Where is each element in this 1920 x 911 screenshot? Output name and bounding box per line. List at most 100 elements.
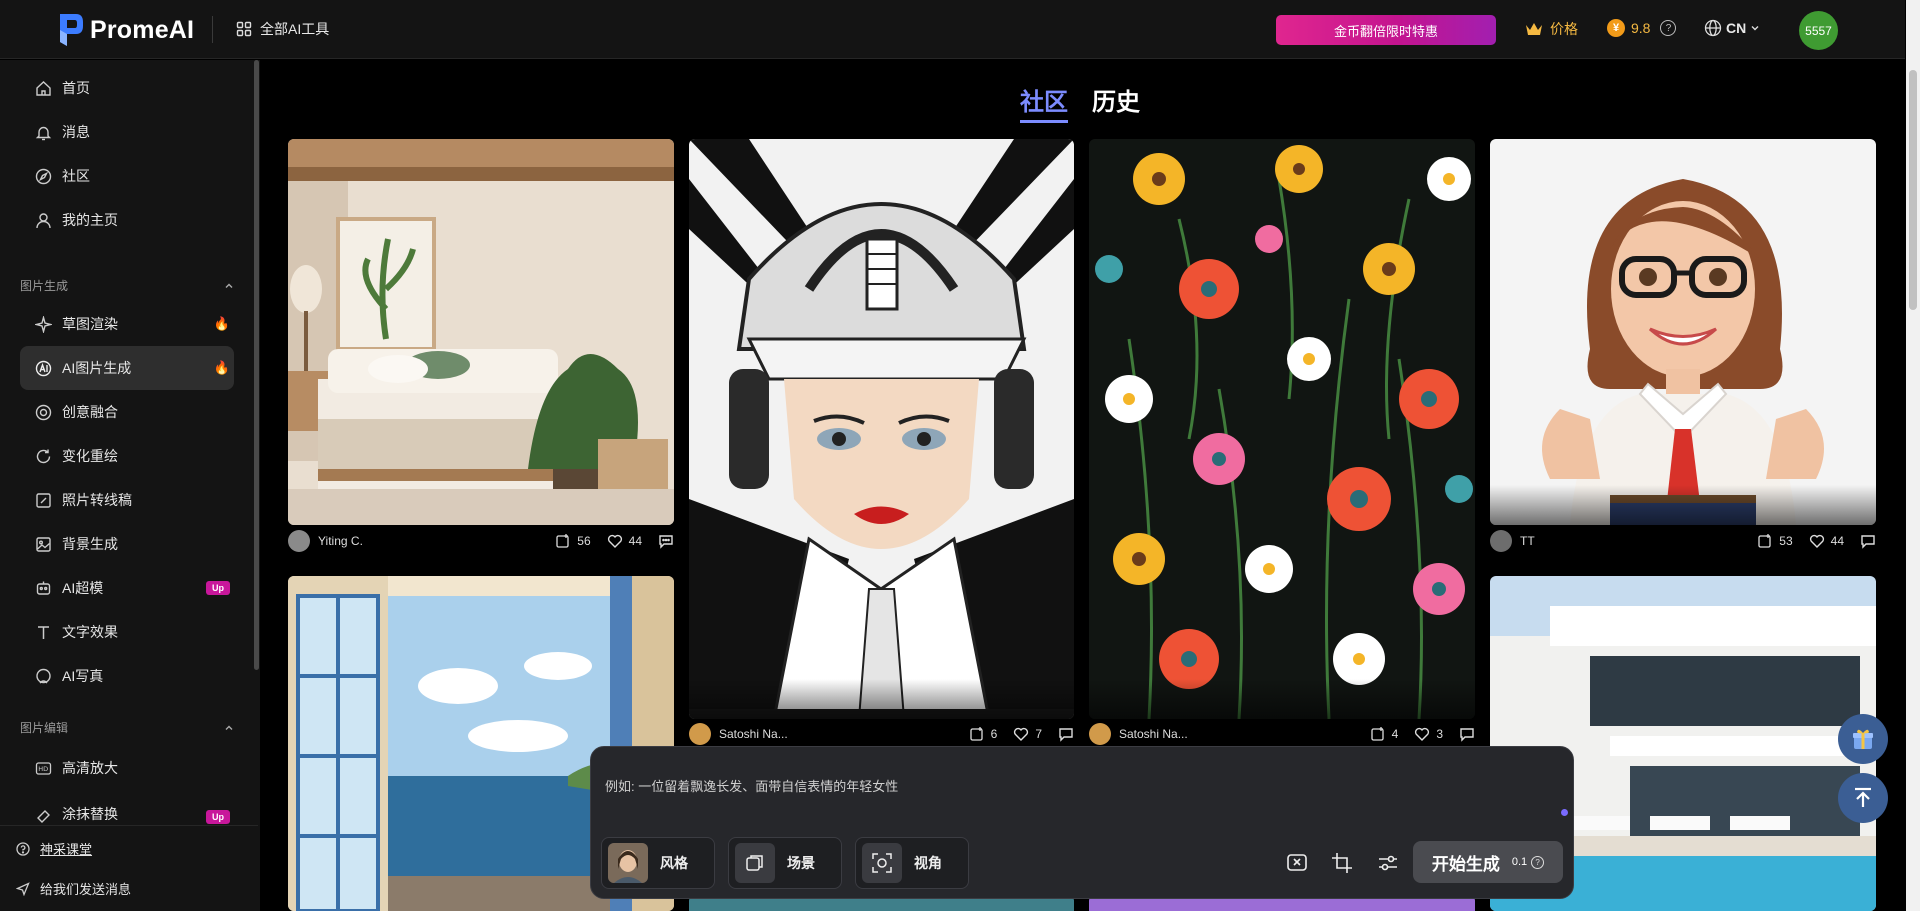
generate-label: 开始生成	[1431, 854, 1500, 874]
gallery-card-image[interactable]	[288, 139, 674, 525]
section-title-label: 图片生成	[20, 279, 69, 293]
gallery-card-image[interactable]	[1490, 139, 1876, 525]
user-avatar[interactable]: 5557	[1799, 11, 1838, 50]
hd-icon: HD	[34, 759, 52, 777]
like-count: 44	[628, 534, 642, 548]
feedback-link[interactable]: 给我们发送消息	[16, 879, 131, 898]
sidebar-item-inpaint[interactable]: 涂抹替换 Up	[20, 790, 234, 824]
section-title-label: 图片编辑	[20, 721, 69, 735]
scrollbar-thumb[interactable]	[1909, 70, 1917, 310]
card-author[interactable]: Yiting C.	[318, 534, 363, 548]
sidebar-item-label: 草图渲染	[62, 316, 118, 332]
remix-icon[interactable]	[969, 726, 985, 742]
section-image-edit[interactable]: 图片编辑	[20, 719, 234, 736]
card-stats: 6 7	[969, 726, 1074, 742]
like-count: 44	[1830, 534, 1844, 548]
gallery-card-image[interactable]	[1089, 139, 1475, 719]
course-label: 神采课堂	[40, 842, 93, 857]
price-link[interactable]: 价格	[1524, 19, 1578, 39]
avatar[interactable]	[288, 530, 310, 552]
sidebar-item-creative-fusion[interactable]: 创意融合	[20, 390, 234, 434]
card-stats: 56 44	[555, 533, 674, 549]
scene-label: 场景	[787, 855, 815, 871]
page-scrollbar[interactable]	[1906, 0, 1920, 911]
sidebar-item-profile[interactable]: 我的主页	[20, 198, 234, 242]
avatar[interactable]	[1490, 530, 1512, 552]
sidebar-item-messages[interactable]: 消息	[20, 110, 234, 154]
sidebar-item-community[interactable]: 社区	[20, 154, 234, 198]
comment-icon[interactable]	[1058, 726, 1074, 742]
card-author[interactable]: TT	[1520, 534, 1535, 548]
chevron-up-icon	[225, 725, 233, 730]
promo-button[interactable]: 金币翻倍限时特惠	[1276, 15, 1496, 45]
helmet-woman-image	[689, 139, 1074, 719]
comment-icon[interactable]	[1459, 726, 1475, 742]
card-meta: Yiting C. 56 44	[288, 529, 674, 553]
scene-icon	[735, 843, 775, 883]
sidebar-item-ai-portrait[interactable]: AI写真	[20, 654, 234, 698]
generate-button[interactable]: 开始生成 0.1 ?	[1413, 841, 1563, 883]
comment-icon[interactable]	[1860, 533, 1876, 549]
home-icon	[34, 79, 52, 97]
clear-prompt-icon[interactable]	[1284, 850, 1310, 876]
card-author[interactable]: Satoshi Na...	[719, 727, 788, 741]
help-icon[interactable]: ?	[1660, 20, 1677, 36]
sidebar-item-variation[interactable]: 变化重绘	[20, 434, 234, 478]
settings-sliders-icon[interactable]	[1375, 850, 1401, 876]
sidebar-item-label: 涂抹替换	[62, 806, 118, 822]
portrait-icon	[34, 667, 52, 685]
heart-icon[interactable]	[1809, 533, 1825, 549]
section-image-gen[interactable]: 图片生成	[20, 277, 234, 294]
sidebar-item-home[interactable]: 首页	[20, 66, 234, 110]
crop-icon[interactable]	[1329, 850, 1355, 876]
all-tools-button[interactable]: 全部AI工具	[236, 19, 329, 39]
sidebar-item-ai-model[interactable]: AI超模 Up	[20, 566, 234, 610]
remix-icon[interactable]	[1757, 533, 1773, 549]
price-label: 价格	[1550, 21, 1578, 37]
sidebar-item-sketch-render[interactable]: 草图渲染 🔥	[20, 302, 234, 346]
cartoon-woman-image	[1490, 139, 1876, 525]
card-meta: Satoshi Na... 6 7	[689, 722, 1074, 746]
remix-icon[interactable]	[1370, 726, 1386, 742]
sidebar-item-label: 照片转线稿	[62, 492, 132, 508]
remix-icon[interactable]	[555, 533, 571, 549]
back-to-top-button[interactable]	[1838, 773, 1888, 823]
heart-icon[interactable]	[1013, 726, 1029, 742]
avatar[interactable]	[689, 723, 711, 745]
comment-icon[interactable]	[658, 533, 674, 549]
sidebar-item-text-effect[interactable]: 文字效果	[20, 610, 234, 654]
sidebar-item-photo-to-lineart[interactable]: 照片转线稿	[20, 478, 234, 522]
language-selector[interactable]: CN	[1704, 19, 1760, 37]
view-angle-chip[interactable]: 视角	[855, 837, 969, 889]
sidebar-scrollbar[interactable]	[254, 60, 259, 670]
compass-icon	[34, 167, 52, 185]
card-author[interactable]: Satoshi Na...	[1119, 727, 1188, 741]
gift-button[interactable]	[1838, 714, 1888, 764]
status-dot	[1561, 809, 1568, 816]
logo[interactable]: PromeAI	[54, 12, 194, 48]
sidebar-item-ai-image-gen[interactable]: AI图片生成 🔥	[20, 346, 234, 390]
sidebar-item-label: 消息	[62, 124, 90, 140]
style-thumbnail	[608, 843, 648, 883]
scene-chip[interactable]: 场景	[728, 837, 842, 889]
coin-balance-value: 9.8	[1631, 20, 1651, 36]
sparkle-icon	[34, 315, 52, 333]
image-fade	[689, 679, 1074, 719]
tab-community[interactable]: 社区	[1020, 82, 1068, 123]
grid-icon	[236, 21, 252, 37]
image-fade	[1089, 679, 1475, 719]
card-stats: 53 44	[1757, 533, 1876, 549]
heart-icon[interactable]	[1414, 726, 1430, 742]
sidebar-item-background-gen[interactable]: 背景生成	[20, 522, 234, 566]
tab-history[interactable]: 历史	[1092, 82, 1140, 123]
sidebar-item-upscale[interactable]: HD 高清放大	[20, 746, 234, 790]
prompt-input[interactable]	[605, 761, 1545, 811]
style-chip[interactable]: 风格	[601, 837, 715, 889]
eraser-icon	[34, 806, 52, 824]
gallery-card-image[interactable]	[689, 139, 1074, 719]
sidebar-item-label: AI图片生成	[62, 360, 132, 376]
help-icon[interactable]: ?	[1531, 855, 1545, 869]
heart-icon[interactable]	[607, 533, 623, 549]
course-link[interactable]: 神采课堂	[16, 839, 92, 858]
avatar[interactable]	[1089, 723, 1111, 745]
